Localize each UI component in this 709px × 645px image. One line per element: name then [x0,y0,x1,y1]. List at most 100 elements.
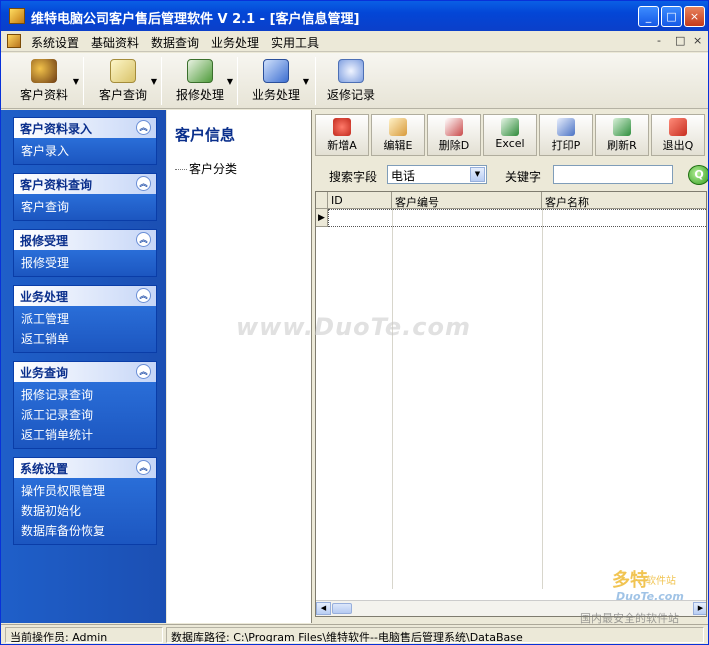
add-button[interactable]: 新增A [315,114,369,156]
tree-pane: 客户信息 客户分类 [167,110,312,623]
record-icon [338,59,364,83]
sidebar-item-customer-query[interactable]: 客户查询 [21,197,149,217]
chevron-down-icon[interactable]: ▼ [73,77,79,86]
menu-system-settings[interactable]: 系统设置 [31,34,79,51]
sidebar-group-body: 客户查询 [14,194,156,220]
edit-button[interactable]: 编辑E [371,114,425,156]
sidebar-group-business: 业务处理 ︽ 派工管理 返工销单 [13,285,157,353]
add-icon [333,118,351,136]
toolbar-separator [237,57,238,105]
sidebar-group-header[interactable]: 系统设置 ︽ [14,458,156,478]
sidebar-item-dispatch[interactable]: 派工管理 [21,309,149,329]
sidebar-item-repair-accept[interactable]: 报修受理 [21,253,149,273]
delete-button[interactable]: 删除D [427,114,481,156]
chevron-down-icon[interactable]: ▼ [151,77,157,86]
toolbar-separator [315,57,316,105]
sidebar-item-data-init[interactable]: 数据初始化 [21,501,149,521]
sidebar-group-body: 派工管理 返工销单 [14,306,156,352]
sidebar-group-repair: 报修受理 ︽ 报修受理 [13,229,157,277]
toolbar-repair[interactable]: 报修处理 ▼ [165,57,235,105]
refresh-icon [613,118,631,136]
toolbar-separator [161,57,162,105]
content-pane: 新增A 编辑E 删除D Excel 打印P 刷新R 退出Q 搜索字段 电话 ▼ … [313,110,708,623]
sidebar-item-rework-stats[interactable]: 返工销单统计 [21,425,149,445]
table-row[interactable] [328,209,706,227]
menu-data-query[interactable]: 数据查询 [151,34,199,51]
column-header-customer-name[interactable]: 客户名称 [542,192,706,209]
toolbar-separator [83,57,84,105]
sidebar-group-header[interactable]: 客户资料查询 ︽ [14,174,156,194]
sidebar-group-header[interactable]: 业务处理 ︽ [14,286,156,306]
exit-icon [669,118,687,136]
collapse-icon[interactable]: ︽ [136,176,151,191]
maximize-button[interactable]: □ [661,6,682,27]
grid-corner [316,192,328,209]
collapse-icon[interactable]: ︽ [136,120,151,135]
chevron-down-icon[interactable]: ▼ [303,77,309,86]
sidebar-item-rework[interactable]: 返工销单 [21,329,149,349]
sidebar-group-header[interactable]: 业务查询 ︽ [14,362,156,382]
sidebar-group-title: 业务处理 [20,290,69,304]
close-button[interactable]: × [684,6,705,27]
toolbar-customer-query-label: 客户查询 [98,88,147,102]
collapse-icon[interactable]: ︽ [136,232,151,247]
exit-button-label: 退出Q [662,139,694,152]
status-db-path: 数据库路径: C:\Program Files\维特软件--电脑售后管理系统\D… [166,627,704,643]
main-toolbar: 客户资料 ▼ 客户查询 ▼ 报修处理 ▼ 业务处理 ▼ 返修记录 [1,53,708,109]
sidebar-group-header[interactable]: 报修受理 ︽ [14,230,156,250]
minimize-button[interactable]: _ [638,6,659,27]
watermark-logo: 多特 软件站 DuoTe.com 国内最安全的软件站 [576,566,708,625]
exit-button[interactable]: 退出Q [651,114,705,156]
print-button-label: 打印P [551,139,581,152]
refresh-button[interactable]: 刷新R [595,114,649,156]
scroll-thumb[interactable] [332,603,352,614]
sidebar-item-customer-entry[interactable]: 客户录入 [21,141,149,161]
toolbar-repair-label: 报修处理 [175,88,224,102]
collapse-icon[interactable]: ︽ [136,364,151,379]
collapse-icon[interactable]: ︽ [136,460,151,475]
chevron-down-icon[interactable]: ▼ [227,77,233,86]
sidebar-group-business-query: 业务查询 ︽ 报修记录查询 派工记录查询 返工销单统计 [13,361,157,449]
data-grid[interactable]: ID 客户编号 客户名称 ▶ ◀ ▶ [315,191,707,617]
title-bar[interactable]: 维特电脑公司客户售后管理软件 V 2.1 - [客户信息管理] _ □ × [1,1,708,31]
sidebar-group-title: 业务查询 [20,366,69,380]
mdi-minimize-button[interactable]: - [657,34,661,47]
menu-bar: 系统设置 基础资料 数据查询 业务处理 实用工具 - □ × [1,31,708,52]
watermark-brand-sub: 软件站 [646,576,676,587]
menu-tools[interactable]: 实用工具 [271,34,319,51]
excel-button[interactable]: Excel [483,114,537,156]
print-button[interactable]: 打印P [539,114,593,156]
toolbar-return-record[interactable]: 返修记录 [321,57,381,105]
sidebar-group-body: 客户录入 [14,138,156,164]
sidebar-item-db-backup[interactable]: 数据库备份恢复 [21,521,149,541]
toolbar-customer-data[interactable]: 客户资料 ▼ [7,57,81,105]
toolbar-return-record-label: 返修记录 [326,88,375,102]
mdi-restore-button[interactable]: □ [675,34,685,47]
sidebar-group-title: 报修受理 [20,234,69,248]
menu-basic-data[interactable]: 基础资料 [91,34,139,51]
search-go-icon[interactable]: Q [688,165,708,185]
column-header-customer-code[interactable]: 客户编号 [392,192,542,209]
collapse-icon[interactable]: ︽ [136,288,151,303]
chevron-down-icon[interactable]: ▼ [470,167,485,182]
search-row: 搜索字段 电话 ▼ 关键字 Q [313,162,708,188]
column-header-id[interactable]: ID [328,192,392,209]
tree-node-customer-category[interactable]: 客户分类 [175,160,237,177]
sidebar-item-dispatch-records[interactable]: 派工记录查询 [21,405,149,425]
watermark-text: www.DuoTe.com [236,313,471,341]
main-window: 维特电脑公司客户售后管理软件 V 2.1 - [客户信息管理] _ □ × 系统… [0,0,709,645]
sidebar-item-repair-records[interactable]: 报修记录查询 [21,385,149,405]
search-field-select[interactable]: 电话 ▼ [387,165,487,184]
toolbar-business[interactable]: 业务处理 ▼ [241,57,311,105]
menu-business[interactable]: 业务处理 [211,34,259,51]
scroll-left-icon[interactable]: ◀ [316,602,331,615]
toolbar-customer-query[interactable]: 客户查询 ▼ [87,57,159,105]
sidebar-group-header[interactable]: 客户资料录入 ︽ [14,118,156,138]
print-icon [557,118,575,136]
column-divider [542,209,543,589]
sidebar-group-body: 操作员权限管理 数据初始化 数据库备份恢复 [14,478,156,544]
keyword-input[interactable] [553,165,673,184]
sidebar-item-permissions[interactable]: 操作员权限管理 [21,481,149,501]
mdi-close-button[interactable]: × [693,34,702,47]
excel-icon [501,118,519,136]
